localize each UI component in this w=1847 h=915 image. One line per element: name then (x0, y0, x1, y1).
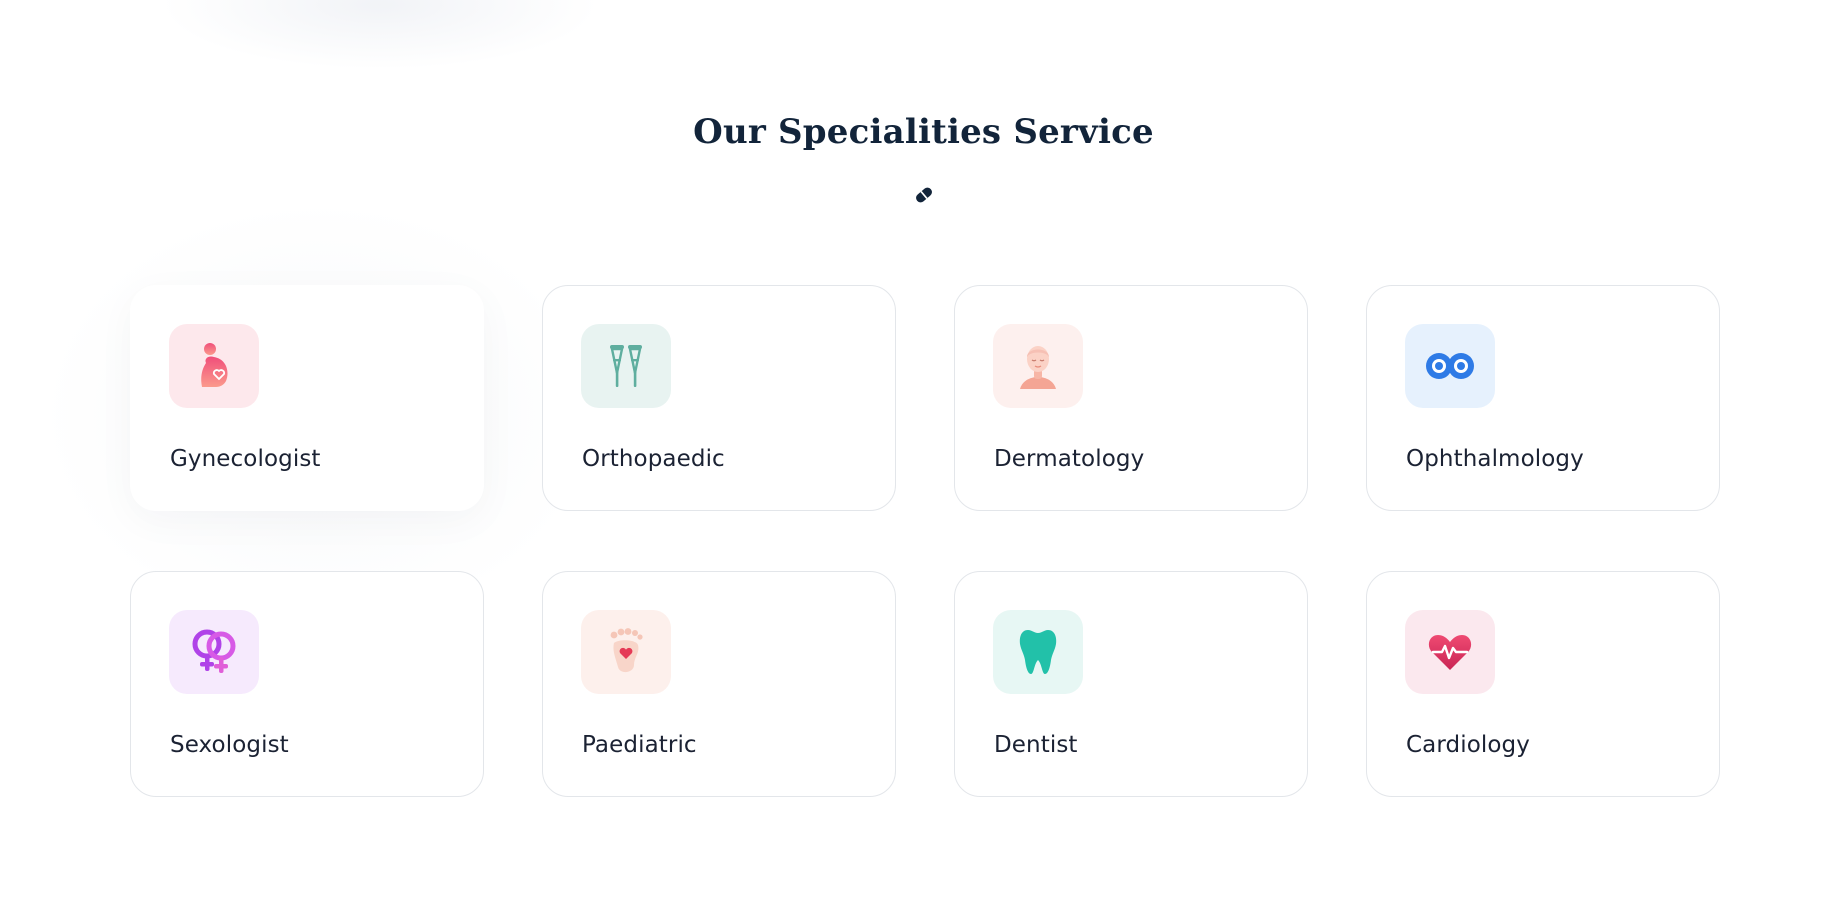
pill-icon (912, 183, 936, 207)
pregnant-woman-icon (192, 341, 236, 391)
speciality-card-cardiology[interactable]: Cardiology (1366, 571, 1720, 797)
tooth-icon (1018, 628, 1058, 676)
icon-tile (581, 324, 671, 408)
speciality-card-dermatology[interactable]: Dermatology (954, 285, 1308, 511)
speciality-label: Dermatology (994, 446, 1145, 472)
eyes-icon (1424, 351, 1476, 381)
speciality-label: Dentist (994, 732, 1078, 758)
decorative-blob (160, 0, 600, 70)
icon-tile (993, 324, 1083, 408)
speciality-label: Sexologist (170, 732, 289, 758)
speciality-label: Cardiology (1406, 732, 1530, 758)
speciality-card-sexologist[interactable]: Sexologist (130, 571, 484, 797)
speciality-label: Ophthalmology (1406, 446, 1584, 472)
speciality-card-orthopaedic[interactable]: Orthopaedic (542, 285, 896, 511)
section-title: Our Specialities Service (693, 112, 1154, 152)
speciality-card-dentist[interactable]: Dentist (954, 571, 1308, 797)
heart-pulse-icon (1427, 632, 1473, 672)
speciality-label: Paediatric (582, 732, 697, 758)
crutches-icon (606, 343, 646, 389)
icon-tile (581, 610, 671, 694)
speciality-card-gynecologist[interactable]: Gynecologist (130, 285, 484, 511)
icon-tile (1405, 324, 1495, 408)
speciality-card-paediatric[interactable]: Paediatric (542, 571, 896, 797)
gender-symbols-icon (189, 626, 239, 678)
page: Our Specialities Service Gynecologist Or… (0, 0, 1847, 915)
icon-tile (1405, 610, 1495, 694)
specialities-grid: Gynecologist Orthopaedic Dermatology Oph… (130, 285, 1720, 797)
icon-tile (169, 324, 259, 408)
face-skin-icon (1016, 341, 1060, 391)
icon-tile (169, 610, 259, 694)
speciality-label: Gynecologist (170, 446, 321, 472)
icon-tile (993, 610, 1083, 694)
baby-foot-heart-icon (606, 627, 646, 677)
speciality-card-ophthalmology[interactable]: Ophthalmology (1366, 285, 1720, 511)
speciality-label: Orthopaedic (582, 446, 725, 472)
